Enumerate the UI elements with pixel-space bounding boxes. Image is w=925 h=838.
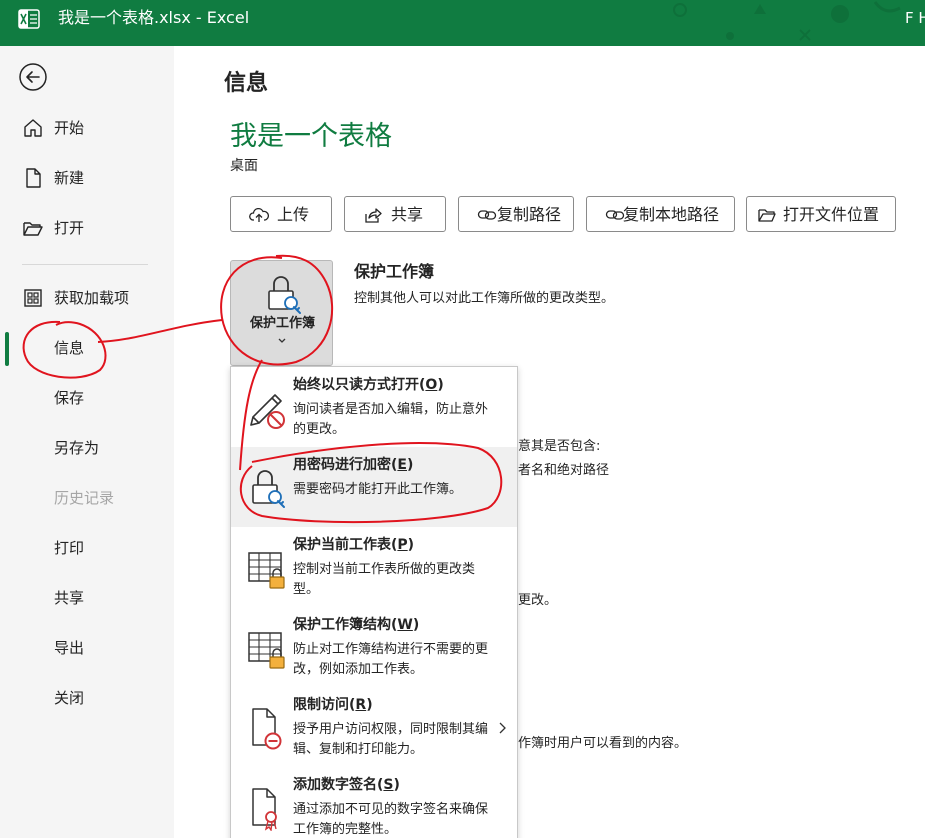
sidebar-item-label: 打印 [54,539,85,557]
chevron-right-icon [499,722,506,734]
sidebar-item-export[interactable]: 导出 [0,628,174,668]
lock-key-icon [268,276,301,314]
copy-path-button[interactable]: 复制路径 [458,196,574,232]
sidebar-item-label: 共享 [54,589,85,607]
user-initials[interactable]: F H [905,8,925,28]
pencil-no-icon [250,394,285,429]
menu-item-title: 始终以只读方式打开(O) [293,377,444,393]
menu-item-title: 保护当前工作表(P) [293,537,415,553]
folder-icon [758,209,776,222]
doc-restrict-icon [252,708,282,750]
browser-view-text-fragment: 作簿时用户可以看到的内容。 [518,736,688,751]
sidebar-item-label: 新建 [54,169,85,187]
active-indicator [5,332,9,366]
sidebar-item-info[interactable]: 信息 [0,328,174,368]
menu-item-title: 用密码进行加密(E) [293,457,414,473]
document-name: 我是一个表格 [230,121,392,152]
document-location: 桌面 [230,158,258,174]
versions-text-fragment: 更改。 [518,593,558,608]
sidebar-item-label: 关闭 [54,689,85,707]
menu-item-title: 添加数字签名(S) [293,777,400,793]
inspect-text-fragment: 意其是否包含: [518,439,601,454]
sidebar-item-get-addins[interactable]: 获取加载项 [0,278,174,318]
back-arrow-icon[interactable] [18,62,48,92]
sidebar-item-label: 另存为 [54,439,100,457]
protect-workbook-menu: 始终以只读方式打开(O) 询问读者是否加入编辑，防止意外的更改。 用密码进行加密… [230,366,518,838]
sidebar-item-new[interactable]: 新建 [0,158,174,198]
sidebar-item-share[interactable]: 共享 [0,578,174,618]
menu-item-description: 通过添加不可见的数字签名来确保工作簿的完整性。 [293,802,489,837]
lock-key-icon [252,470,285,508]
sidebar-item-save-as[interactable]: 另存为 [0,428,174,468]
sidebar-item-print[interactable]: 打印 [0,528,174,568]
backstage-sidebar: 开始 新建 打开 获取加载项 信息 保存 另存为 历史记录 打印 共享 导出 关… [0,46,174,838]
menu-item-description: 需要密码才能打开此工作簿。 [293,482,463,497]
sidebar-item-label: 保存 [54,389,85,407]
chevron-down-icon [278,338,286,343]
sheet-lock-icon [248,632,285,669]
sidebar-item-label: 历史记录 [54,489,115,507]
menu-item-title: 保护工作簿结构(W) [293,617,420,633]
menu-item-description: 授予用户访问权限，同时限制其编辑、复制和打印能力。 [293,722,489,757]
protect-workbook-tile-label: 保护工作簿 [249,316,315,331]
inspect-text-fragment: 者名和绝对路径 [518,463,610,478]
sidebar-item-save[interactable]: 保存 [0,378,174,418]
doc-ribbon-icon [252,788,277,831]
copy-local-path-button-label: 复制本地路径 [623,205,720,224]
link-icon [605,210,625,220]
copy-path-button-label: 复制路径 [497,205,562,224]
home-icon [24,119,42,137]
menu-item-protect-workbook-structure[interactable]: 保护工作簿结构(W) 防止对工作簿结构进行不需要的更改，例如添加工作表。 [231,607,517,687]
title-bar: 我是一个表格.xlsx - Excel F H [0,0,925,46]
upload-button-label: 上传 [277,205,310,224]
excel-logo-icon [18,9,40,29]
menu-item-add-digital-signature[interactable]: 添加数字签名(S) 通过添加不可见的数字签名来确保工作簿的完整性。 [231,767,517,838]
sidebar-item-home[interactable]: 开始 [0,108,174,148]
share-button[interactable]: 共享 [344,196,446,232]
menu-item-description: 询问读者是否加入编辑，防止意外的更改。 [293,402,489,437]
menu-item-description: 控制对当前工作表所做的更改类型。 [293,562,476,597]
copy-local-path-button[interactable]: 复制本地路径 [586,196,735,232]
menu-item-description: 防止对工作簿结构进行不需要的更改，例如添加工作表。 [293,642,489,677]
sheet-lock-icon [248,552,285,589]
sidebar-item-history: 历史记录 [0,478,174,518]
menu-item-restrict-access[interactable]: 限制访问(R) 授予用户访问权限，同时限制其编辑、复制和打印能力。 [231,687,517,767]
sidebar-item-label: 导出 [54,639,85,657]
sidebar-item-open[interactable]: 打开 [0,208,174,248]
sidebar-item-label: 信息 [54,339,85,357]
title-bar-decoration [673,1,901,41]
sidebar-item-label: 开始 [54,119,85,137]
protect-workbook-description: 控制其他人可以对此工作簿所做的更改类型。 [354,291,615,306]
open-file-location-button-label: 打开文件位置 [783,205,880,224]
menu-item-protect-current-sheet[interactable]: 保护当前工作表(P) 控制对当前工作表所做的更改类型。 [231,527,517,607]
menu-item-title: 限制访问(R) [293,697,373,713]
protect-workbook-title: 保护工作簿 [354,262,435,281]
share-icon [365,208,382,223]
upload-cloud-icon [249,207,269,222]
menu-item-always-open-read-only[interactable]: 始终以只读方式打开(O) 询问读者是否加入编辑，防止意外的更改。 [231,367,517,447]
sidebar-divider [22,264,148,265]
grid-icon [24,289,42,307]
menu-item-encrypt-with-password[interactable]: 用密码进行加密(E) 需要密码才能打开此工作簿。 [231,447,517,527]
new-file-icon [26,168,41,188]
sidebar-item-label: 打开 [54,219,85,237]
window-title: 我是一个表格.xlsx - Excel [58,8,250,27]
link-icon [477,210,497,220]
open-file-location-button[interactable]: 打开文件位置 [746,196,896,232]
page-title: 信息 [224,71,269,96]
folder-open-icon [23,222,43,236]
upload-button[interactable]: 上传 [230,196,332,232]
sidebar-item-label: 获取加载项 [54,289,130,307]
protect-workbook-button[interactable]: 保护工作簿 [230,260,333,366]
share-button-label: 共享 [391,205,424,224]
sidebar-item-close[interactable]: 关闭 [0,678,174,718]
